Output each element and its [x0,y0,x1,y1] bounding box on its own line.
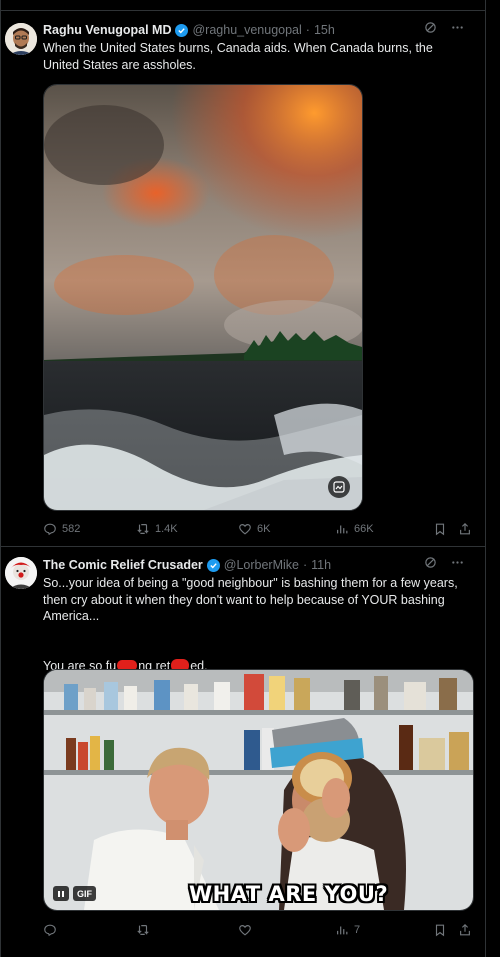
timestamp[interactable]: 11h [311,558,331,572]
tweet-2[interactable]: The Comic Relief Crusader @LorberMike · … [0,547,486,957]
more-icon[interactable] [451,21,464,37]
repost-icon [137,524,149,534]
repost-count: 1.4K [155,523,178,535]
verified-badge-icon [206,558,220,572]
repost-icon [137,925,149,935]
reply-button[interactable] [43,923,62,937]
like-icon [239,925,251,936]
alt-text-icon[interactable] [328,476,350,498]
tweet-header: Raghu Venugopal MD @raghu_venugopal · 15… [43,21,476,39]
reply-icon [44,523,56,536]
tweet-text: So...your idea of being a "good neighbou… [43,576,458,623]
grok-icon[interactable] [424,556,437,572]
views-button[interactable]: 66K [335,522,374,536]
timestamp[interactable]: 15h [314,23,335,37]
pause-button[interactable] [53,886,69,901]
more-icon[interactable] [451,556,464,572]
views-icon [337,926,348,935]
like-count: 6K [257,523,271,535]
bookmark-button[interactable] [433,923,447,937]
avatar[interactable] [5,557,37,589]
gif-badge: GIF [73,886,96,901]
reply-icon [44,924,56,937]
like-button[interactable] [238,923,257,937]
like-button[interactable]: 6K [238,522,270,536]
separator-dot: · [302,558,308,572]
bookmark-icon [435,523,445,536]
reply-count: 582 [62,523,81,535]
share-icon [460,522,470,535]
tweet-text: When the United States burns, Canada aid… [43,41,433,72]
repost-button[interactable] [136,923,155,937]
tweet-gif[interactable]: GIF WHAT ARE YOU? [43,669,474,911]
tweet-image[interactable] [43,84,363,511]
views-icon [337,525,348,534]
share-button[interactable] [458,522,472,536]
gif-caption: WHAT ARE YOU? [189,882,389,906]
share-icon [460,923,470,936]
author-name[interactable]: Raghu Venugopal MD [43,23,171,37]
share-button[interactable] [458,923,472,937]
verified-badge-icon [175,23,189,37]
tweet-actions: 582 1.4K 6K 66K [43,522,475,538]
gif-controls: GIF [53,886,96,901]
tweet-header: The Comic Relief Crusader @LorberMike · … [43,556,476,574]
pause-icon [58,890,64,897]
wildfire-photo [44,85,362,510]
grok-icon[interactable] [424,21,437,37]
reply-button[interactable]: 582 [43,522,80,536]
separator-dot: · [305,23,310,37]
author-handle[interactable]: @LorberMike [224,558,299,572]
tweet-1[interactable]: Raghu Venugopal MD @raghu_venugopal · 15… [0,11,486,546]
tweet-actions: 7 [43,923,475,939]
like-icon [239,524,251,535]
avatar[interactable] [5,23,37,55]
view-count: 7 [354,924,361,936]
author-handle[interactable]: @raghu_venugopal [192,23,301,37]
view-count: 66K [354,523,374,535]
repost-button[interactable]: 1.4K [136,522,178,536]
views-button[interactable]: 7 [335,923,360,937]
kitchen-scene [44,670,473,910]
bookmark-icon [435,924,445,937]
bookmark-button[interactable] [433,522,447,536]
author-name[interactable]: The Comic Relief Crusader [43,558,203,572]
